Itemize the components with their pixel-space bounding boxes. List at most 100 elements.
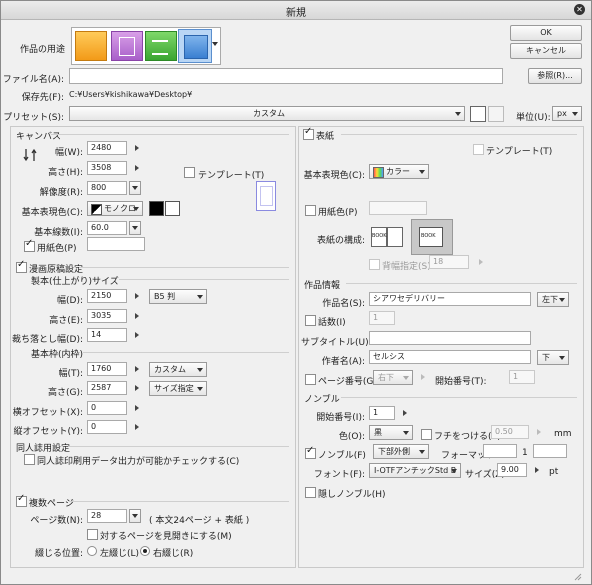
frame-height-input[interactable]: 2587 <box>87 381 127 395</box>
episode-checkbox[interactable] <box>305 315 316 326</box>
bleed-arrow-icon[interactable] <box>135 332 139 338</box>
subtitle-input[interactable] <box>369 331 531 345</box>
page-count-dropdown[interactable] <box>129 509 141 523</box>
doujin-check-checkbox[interactable] <box>24 454 35 465</box>
line-count-dropdown[interactable] <box>129 221 141 235</box>
author-label: 作者名(A): <box>321 357 365 367</box>
canvas-width-arrow-icon[interactable] <box>135 145 139 151</box>
canvas-template-checkbox[interactable] <box>184 167 195 178</box>
cover-paper-color-label: 用紙色(P) <box>318 208 358 218</box>
nombre-position-select[interactable]: 下部外側 <box>373 444 429 459</box>
spread-checkbox[interactable] <box>87 529 98 540</box>
canvas-height-input[interactable]: 3508 <box>87 161 127 175</box>
nombre-checkbox[interactable] <box>305 445 316 459</box>
right-binding-radio[interactable] <box>140 546 150 556</box>
webtoon-purpose-icon[interactable] <box>111 31 143 61</box>
y-offset-input[interactable]: 0 <box>87 420 127 434</box>
format-suffix-input[interactable] <box>533 444 567 458</box>
bind-size-value: B5 判 <box>154 292 176 301</box>
left-binding-radio[interactable] <box>87 546 97 556</box>
font-select[interactable]: I-OTFアンチックStd B <box>369 463 461 478</box>
x-offset-input[interactable]: 0 <box>87 401 127 415</box>
y-offset-arrow-icon[interactable] <box>135 424 139 430</box>
canvas-width-input[interactable]: 2480 <box>87 141 127 155</box>
resolution-label: 解像度(R): <box>39 188 83 198</box>
frame-height-select[interactable]: サイズ指定 <box>149 381 207 396</box>
nombre-start-input[interactable]: 1 <box>369 406 395 420</box>
delete-preset-icon[interactable] <box>488 106 504 122</box>
nombre-color-select[interactable]: 黒 <box>369 425 413 440</box>
bind-height-input[interactable]: 3035 <box>87 309 127 323</box>
nombre-edge-input[interactable]: 0.50 <box>491 425 529 439</box>
page-number-arrow-icon[interactable] <box>421 374 425 380</box>
cover-color-select[interactable]: カラー <box>369 164 429 179</box>
spine-input[interactable]: 18 <box>429 255 469 269</box>
preset-select[interactable]: カスタム <box>69 106 465 121</box>
nombre-edge-unit: mm <box>554 429 572 439</box>
cover-paper-color-checkbox[interactable] <box>305 205 316 216</box>
size-input[interactable]: 9.00 <box>497 463 527 477</box>
author-input[interactable]: セルシス <box>369 350 531 364</box>
x-offset-arrow-icon[interactable] <box>135 405 139 411</box>
spine-arrow-icon[interactable] <box>479 259 483 265</box>
spine-checkbox[interactable] <box>369 259 380 270</box>
bind-height-arrow-icon[interactable] <box>135 313 139 319</box>
nombre-start-arrow-icon[interactable] <box>403 410 407 416</box>
work-title-input[interactable]: シアワセデリバリー <box>369 292 531 306</box>
page-count-input[interactable]: 28 <box>87 509 127 523</box>
canvas-height-arrow-icon[interactable] <box>135 165 139 171</box>
white-swatch[interactable] <box>165 201 180 216</box>
author-position-select[interactable]: 下 <box>537 350 569 365</box>
chevron-down-icon[interactable] <box>212 42 218 46</box>
hidden-nombre-checkbox[interactable] <box>305 487 316 498</box>
bind-height-label: 高さ(E): <box>49 316 83 326</box>
episode-input[interactable]: 1 <box>369 311 395 325</box>
page-number-position: 右下 <box>378 373 394 382</box>
frame-width-preset: カスタム <box>154 365 186 374</box>
page-count-label: ページ数(N): <box>30 516 83 526</box>
frame-width-input[interactable]: 1760 <box>87 362 127 376</box>
manga-settings-checkbox[interactable] <box>16 259 27 273</box>
nombre-edge-arrow-icon[interactable] <box>537 429 541 435</box>
bind-width-arrow-icon[interactable] <box>135 293 139 299</box>
line-count-input[interactable]: 60.0 <box>87 221 127 235</box>
cover-template-checkbox[interactable] <box>473 144 484 155</box>
frame-width-arrow-icon[interactable] <box>135 366 139 372</box>
all-purpose-icon-selected[interactable] <box>178 29 212 63</box>
canvas-paper-color-swatch[interactable] <box>87 237 145 251</box>
cover-checkbox[interactable] <box>303 126 314 140</box>
bind-size-select[interactable]: B5 判 <box>149 289 207 304</box>
cover-composition-spread-selected[interactable]: BOOK <box>411 219 453 255</box>
illustration-purpose-icon[interactable] <box>75 31 107 61</box>
frame-height-arrow-icon[interactable] <box>135 385 139 391</box>
nombre-edge-checkbox[interactable] <box>421 429 432 440</box>
cancel-button[interactable]: キャンセル <box>510 43 582 59</box>
browse-button[interactable]: 参照(R)... <box>528 68 582 84</box>
page-number-checkbox[interactable] <box>305 374 316 385</box>
bleed-input[interactable]: 14 <box>87 328 127 342</box>
canvas-divider <box>51 134 289 135</box>
file-name-input[interactable] <box>69 68 503 84</box>
black-swatch[interactable] <box>149 201 164 216</box>
canvas-color-select[interactable]: モノクロ <box>87 201 143 216</box>
comic-purpose-icon[interactable] <box>145 31 177 61</box>
canvas-paper-color-checkbox[interactable] <box>24 238 35 252</box>
resolution-dropdown[interactable] <box>129 181 141 195</box>
cover-paper-color-swatch[interactable] <box>369 201 427 215</box>
nombre-header: ノンブル <box>304 395 340 405</box>
close-icon[interactable]: ✕ <box>574 4 585 15</box>
save-preset-icon[interactable] <box>470 106 486 122</box>
cover-composition-separate[interactable]: BOOK <box>369 221 405 251</box>
page-start-input[interactable]: 1 <box>509 370 535 384</box>
multipage-checkbox[interactable] <box>16 493 27 507</box>
work-title-position-select[interactable]: 左下 <box>537 292 569 307</box>
resize-grip-icon[interactable] <box>574 573 582 581</box>
size-arrow-icon[interactable] <box>535 467 539 473</box>
unit-select[interactable]: px <box>552 106 582 121</box>
bind-width-input[interactable]: 2150 <box>87 289 127 303</box>
page-number-position-select[interactable]: 右下 <box>373 370 413 385</box>
resolution-input[interactable]: 800 <box>87 181 127 195</box>
ok-button[interactable]: OK <box>510 25 582 41</box>
frame-width-select[interactable]: カスタム <box>149 362 207 377</box>
format-prefix-input[interactable] <box>483 444 517 458</box>
